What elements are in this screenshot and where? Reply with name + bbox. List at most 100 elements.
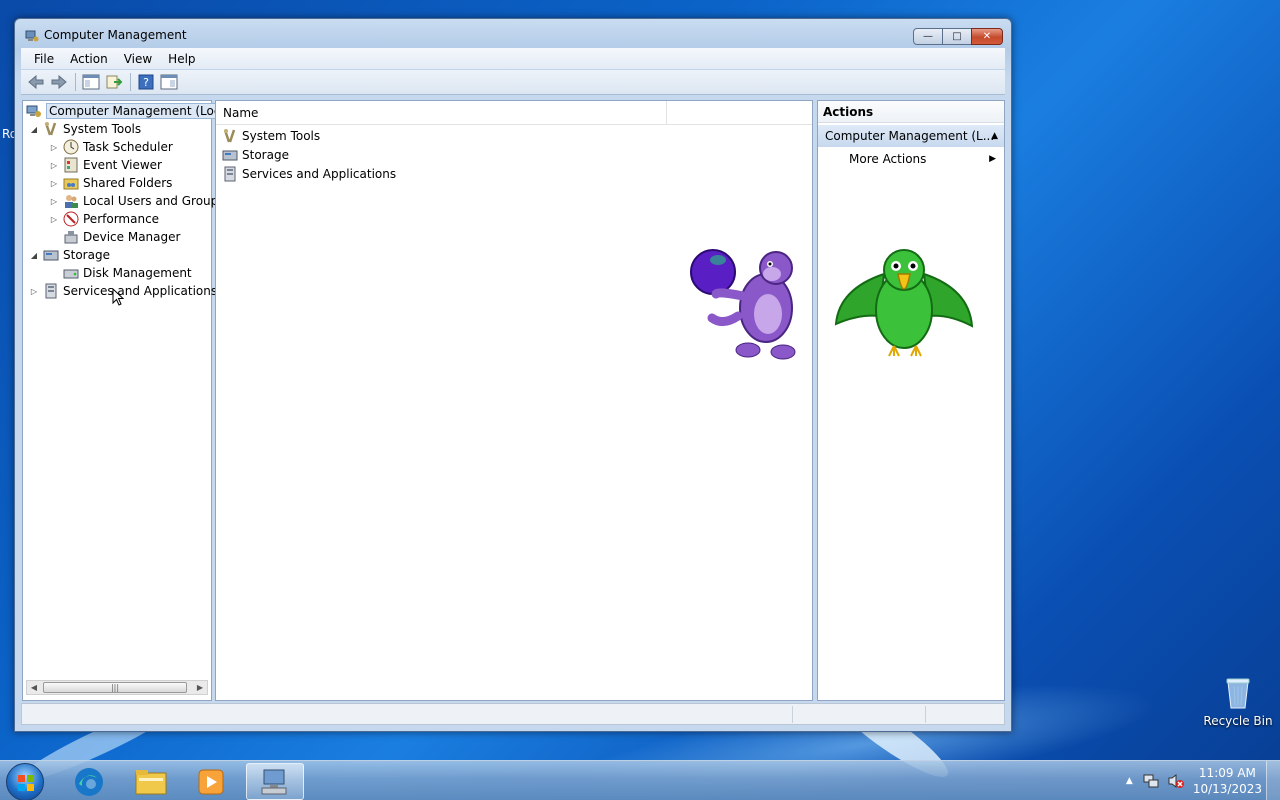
maximize-button[interactable]: □ (942, 28, 972, 45)
list-item-label: System Tools (242, 129, 321, 143)
tree-label: Local Users and Groups (83, 194, 225, 208)
recycle-bin-desktop-icon[interactable]: Recycle Bin (1200, 676, 1276, 728)
purple-gorilla-mascot[interactable] (688, 246, 798, 367)
menu-file[interactable]: File (26, 52, 62, 66)
recycle-bin-label: Recycle Bin (1203, 714, 1273, 728)
computer-management-window: Computer Management — □ ✕ File Action Vi… (14, 18, 1012, 732)
actions-section-label: Computer Management (L... (825, 129, 995, 143)
tree-horizontal-scrollbar[interactable]: ◀ ||| ▶ (26, 680, 208, 695)
disk-icon (63, 265, 79, 281)
collapse-up-icon[interactable]: ▲ (991, 125, 998, 147)
status-divider (925, 706, 926, 723)
status-divider (792, 706, 793, 723)
menu-action[interactable]: Action (62, 52, 116, 66)
mouse-pointer-icon (112, 287, 125, 309)
column-divider[interactable] (666, 101, 667, 125)
tree-item-system-tools[interactable]: ◢ System Tools (29, 120, 141, 138)
tree-label: Disk Management (83, 266, 192, 280)
computer-management-icon (26, 103, 42, 119)
submenu-arrow-icon: ▶ (989, 154, 996, 164)
taskbar-media-player-button[interactable] (182, 763, 240, 800)
storage-icon (43, 247, 59, 263)
edge-browser-icon (75, 767, 103, 796)
computer-management-icon (25, 29, 39, 43)
show-desktop-button[interactable] (1266, 761, 1280, 800)
event-log-icon (63, 157, 79, 173)
help-icon[interactable]: ? (135, 72, 157, 92)
expand-arrow-icon[interactable]: ▷ (49, 161, 59, 170)
toolbar-separator (75, 73, 76, 91)
recycle-bin-icon (1226, 678, 1250, 709)
list-header: Name (216, 101, 812, 125)
column-header-name[interactable]: Name (223, 106, 258, 120)
tree-item-shared-folders[interactable]: ▷ Shared Folders (49, 174, 172, 192)
device-manager-icon (63, 229, 79, 245)
more-actions-item[interactable]: More Actions ▶ (818, 147, 1004, 171)
show-hide-action-pane-icon[interactable] (158, 72, 180, 92)
collapse-arrow-icon[interactable]: ◢ (29, 125, 39, 134)
volume-muted-icon[interactable] (1167, 773, 1185, 789)
close-icon: ✕ (982, 31, 992, 42)
clock-icon (63, 139, 79, 155)
tree-label: Device Manager (83, 230, 181, 244)
tree-label: Storage (63, 248, 110, 262)
actions-section-computer-management[interactable]: Computer Management (L... ▲ (818, 125, 1004, 147)
tree-item-performance[interactable]: ▷ Performance (49, 210, 159, 228)
toolbar: ? (21, 70, 1005, 95)
list-item[interactable]: System Tools (222, 127, 320, 145)
tree-item-task-scheduler[interactable]: ▷ Task Scheduler (49, 138, 173, 156)
minimize-icon: — (923, 31, 933, 42)
list-item[interactable]: Services and Applications (222, 165, 396, 183)
tree-item-disk-management[interactable]: Disk Management (63, 264, 192, 282)
expand-arrow-icon[interactable]: ▷ (49, 179, 59, 188)
clock[interactable]: 11:09 AM 10/13/2023 (1193, 765, 1262, 797)
svg-text:?: ? (143, 76, 149, 89)
taskbar-edge-button[interactable] (60, 763, 118, 800)
tree-item-root[interactable]: Computer Management (Local (26, 102, 235, 120)
scroll-right-icon[interactable]: ▶ (193, 683, 207, 692)
clock-date: 10/13/2023 (1192, 782, 1262, 796)
start-button[interactable] (6, 763, 44, 800)
services-icon (43, 283, 59, 299)
actions-pane: Actions Computer Management (L... ▲ More… (817, 100, 1005, 701)
tree-root-label: Computer Management (Local (46, 103, 235, 119)
show-hidden-icons-icon[interactable]: ▲ (1126, 776, 1133, 786)
window-controls: — □ ✕ (913, 28, 1003, 45)
green-parrot-mascot[interactable] (834, 244, 974, 363)
tools-icon (222, 128, 238, 144)
tree-item-event-viewer[interactable]: ▷ Event Viewer (49, 156, 162, 174)
title-bar[interactable]: Computer Management — □ ✕ (15, 19, 1011, 49)
tree-label: Shared Folders (83, 176, 173, 190)
taskbar-computer-management-button[interactable] (246, 763, 304, 800)
show-hide-console-tree-icon[interactable] (80, 72, 102, 92)
expand-arrow-icon[interactable]: ▷ (29, 287, 39, 296)
scroll-thumb[interactable]: ||| (43, 682, 187, 693)
scroll-left-icon[interactable]: ◀ (27, 683, 41, 692)
menu-help[interactable]: Help (160, 52, 203, 66)
tree-label: System Tools (63, 122, 142, 136)
tree-label: Task Scheduler (83, 140, 173, 154)
maximize-icon: □ (952, 31, 962, 42)
minimize-button[interactable]: — (913, 28, 943, 45)
toolbar-separator (130, 73, 131, 91)
tree-label: Event Viewer (83, 158, 162, 172)
back-arrow-icon[interactable] (25, 72, 47, 92)
forward-arrow-icon[interactable] (48, 72, 70, 92)
console-tree: Computer Management (Local ◢ System Tool… (22, 100, 235, 701)
list-item[interactable]: Storage (222, 146, 289, 164)
export-list-icon[interactable] (103, 72, 125, 92)
tree-item-device-manager[interactable]: Device Manager (63, 228, 180, 246)
expand-arrow-icon[interactable]: ▷ (49, 143, 59, 152)
expand-arrow-icon[interactable]: ▷ (49, 215, 59, 224)
window-title: Computer Management (44, 28, 187, 42)
tree-item-storage[interactable]: ◢ Storage (29, 246, 110, 264)
taskbar-explorer-button[interactable] (122, 763, 180, 800)
windows-logo-icon (18, 775, 34, 791)
network-icon[interactable] (1143, 773, 1159, 789)
more-actions-label: More Actions (849, 152, 927, 166)
close-button[interactable]: ✕ (971, 28, 1003, 45)
tree-item-local-users[interactable]: ▷ Local Users and Groups (49, 192, 225, 210)
collapse-arrow-icon[interactable]: ◢ (29, 251, 39, 260)
menu-view[interactable]: View (116, 52, 160, 66)
expand-arrow-icon[interactable]: ▷ (49, 197, 59, 206)
